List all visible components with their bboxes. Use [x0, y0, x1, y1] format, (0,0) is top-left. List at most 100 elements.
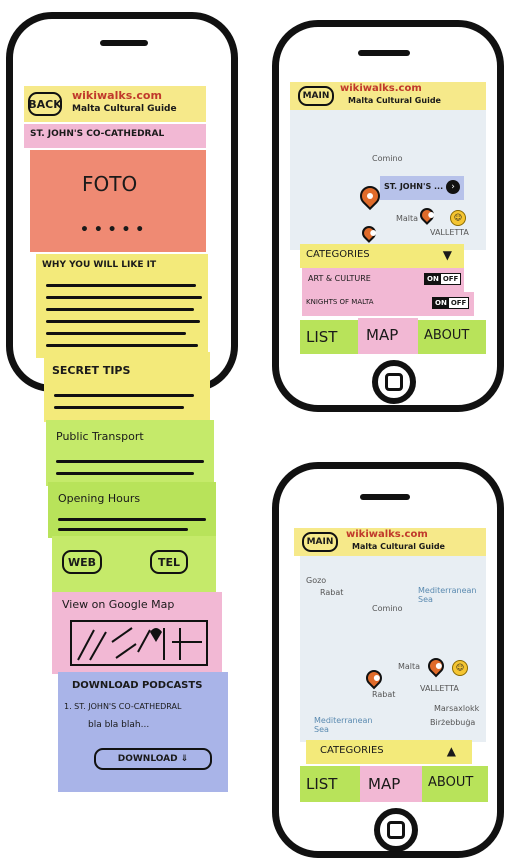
text-line [58, 528, 188, 531]
map-view-bottom[interactable]: Gozo Rabat Comino Mediterranean Sea Malt… [300, 556, 486, 742]
secret-heading: SECRET TIPS [52, 364, 131, 377]
google-map-section: View on Google Map [52, 592, 222, 674]
tab-list-bottom[interactable]: LIST [300, 766, 360, 802]
tab-map-label: MAP [368, 775, 401, 793]
place-title-bar: ST. JOHN'S CO-CATHEDRAL [24, 124, 206, 148]
brand-name: wikiwalks.com [72, 89, 162, 102]
map-label-rabat: Rabat [320, 588, 344, 597]
text-line [54, 394, 194, 397]
why-heading: WHY YOU WILL LIKE IT [42, 260, 157, 270]
speaker-left [100, 40, 148, 46]
smiley-icon: ☺ [452, 660, 468, 676]
tab-map-bottom[interactable]: MAP [360, 766, 422, 802]
categories-label-bottom: CATEGORIES [320, 745, 384, 756]
smiley-icon: ☺ [450, 210, 466, 226]
map-label-marsa: Marsaxlokk [434, 704, 480, 713]
speaker-bottom-right [360, 494, 410, 500]
tab-about-bottom[interactable]: ABOUT [422, 766, 488, 802]
transport-section: Public Transport [46, 420, 214, 486]
podcasts-heading: DOWNLOAD PODCASTS [72, 680, 203, 691]
download-button[interactable]: DOWNLOAD ⇓ [94, 748, 212, 770]
podcast-desc: bla bla blah... [88, 720, 150, 730]
toggle-on: ON [433, 298, 449, 308]
text-line [56, 472, 194, 475]
tab-about-label: ABOUT [428, 775, 474, 790]
main-button-bottom[interactable]: MAIN [302, 532, 338, 552]
brand-tagline-bottom: Malta Cultural Guide [352, 542, 445, 551]
filter-toggle-knights[interactable]: ON OFF [432, 297, 470, 309]
categories-bar-bottom[interactable]: CATEGORIES ▲ [306, 740, 472, 764]
detail-header: BACK wikiwalks.com Malta Cultural Guide [24, 86, 206, 122]
main-button-top[interactable]: MAIN [298, 86, 334, 106]
opening-heading: Opening Hours [58, 492, 141, 505]
toggle-off: OFF [442, 275, 459, 283]
filter-row-art: ART & CULTURE ON OFF [302, 268, 464, 292]
home-button-top-right[interactable] [372, 360, 416, 404]
chevron-right-icon: › [446, 180, 460, 194]
map-pin[interactable] [359, 223, 379, 243]
contact-section: WEB TEL [52, 536, 216, 592]
map-label-gozo: Gozo [306, 576, 327, 585]
podcast-item[interactable]: 1. ST. JOHN'S CO-CATHEDRAL [64, 702, 181, 711]
filter-label: ART & CULTURE [308, 274, 371, 283]
map-pin[interactable] [417, 205, 437, 225]
brand-tagline-top: Malta Cultural Guide [348, 96, 441, 105]
speaker-top-right [358, 50, 410, 56]
categories-label-top: CATEGORIES [306, 249, 370, 260]
tab-about-top[interactable]: ABOUT [418, 320, 486, 354]
text-line [58, 518, 206, 521]
photo-area[interactable]: FOTO • • • • • [30, 150, 206, 252]
map-label-sea-bottom: Mediterranean Sea [314, 716, 373, 734]
photo-carousel-dots[interactable]: • • • • • [80, 222, 144, 238]
map-label-sea-top: Mediterranean Sea [418, 586, 477, 604]
map-thumbnail[interactable] [70, 620, 208, 666]
map-label-valletta: VALLETTA [420, 684, 459, 693]
filter-label: KNIGHTS OF MALTA [306, 298, 374, 306]
photo-label: FOTO [82, 172, 138, 196]
tab-list-label: LIST [306, 328, 338, 346]
web-button[interactable]: WEB [62, 550, 102, 574]
map-pin[interactable] [362, 666, 386, 690]
tab-map-label: MAP [366, 326, 399, 344]
chevron-up-icon: ▲ [446, 744, 456, 758]
tab-list-label: LIST [306, 775, 338, 793]
map-label-malta: Malta [398, 662, 421, 671]
why-section: WHY YOU WILL LIKE IT [36, 254, 208, 358]
map-sketch-icon [77, 627, 202, 661]
chevron-down-icon: ▼ [442, 248, 452, 262]
place-title: ST. JOHN'S CO-CATHEDRAL [30, 129, 165, 139]
text-line [46, 308, 194, 311]
map-header-top: MAIN wikiwalks.com Malta Cultural Guide [290, 82, 486, 110]
map-label-malta: Malta [396, 214, 419, 223]
filter-toggle-art[interactable]: ON OFF [424, 273, 462, 285]
map-pin[interactable] [424, 654, 448, 678]
callout-label: ST. JOHN'S ... [384, 182, 444, 191]
podcasts-section: DOWNLOAD PODCASTS 1. ST. JOHN'S CO-CATHE… [58, 672, 228, 792]
toggle-off: OFF [450, 299, 467, 307]
transport-heading: Public Transport [56, 430, 144, 443]
text-line [46, 296, 202, 299]
toggle-on: ON [425, 274, 441, 284]
tab-list-top[interactable]: LIST [300, 320, 358, 354]
home-button-bottom-right[interactable] [374, 808, 418, 852]
text-line [46, 344, 198, 347]
filter-row-knights: KNIGHTS OF MALTA ON OFF [302, 292, 474, 316]
map-header-bottom: MAIN wikiwalks.com Malta Cultural Guide [294, 528, 486, 556]
map-label-birzebbuga: Birżebbuġa [430, 718, 476, 727]
map-label-valletta: VALLETTA [430, 228, 469, 237]
tab-map-top[interactable]: MAP [358, 318, 418, 354]
categories-bar-top[interactable]: CATEGORIES ▼ [300, 244, 464, 268]
tel-button[interactable]: TEL [150, 550, 188, 574]
text-line [46, 332, 186, 335]
brand-name-top: wikiwalks.com [340, 83, 422, 94]
tab-about-label: ABOUT [424, 328, 470, 343]
map-heading: View on Google Map [62, 598, 175, 611]
text-line [46, 284, 196, 287]
callout-stjohns[interactable]: ST. JOHN'S ... › [380, 176, 464, 200]
text-line [46, 320, 200, 323]
back-button[interactable]: BACK [28, 92, 62, 116]
map-label-comino: Comino [372, 154, 403, 163]
map-label-rabat2: Rabat [372, 690, 396, 699]
text-line [54, 406, 184, 409]
opening-hours-section: Opening Hours [48, 482, 216, 538]
